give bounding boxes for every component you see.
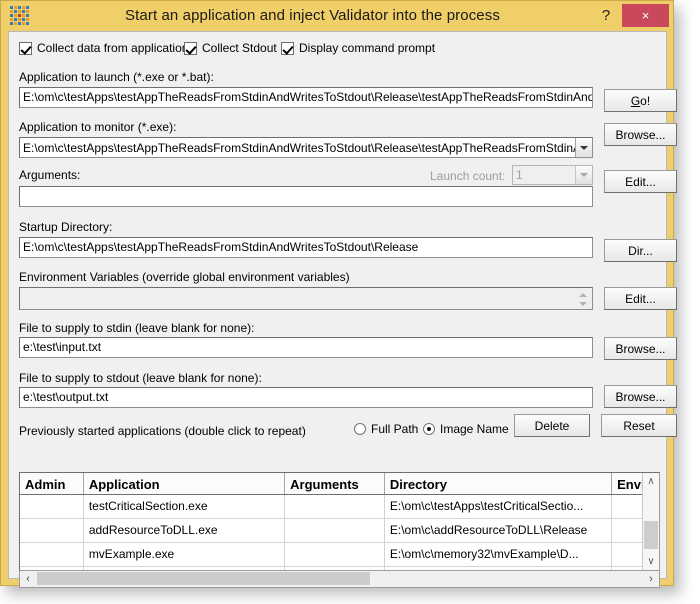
application-window: Start an application and inject Validato…: [0, 0, 677, 588]
radio-icon: [423, 423, 435, 435]
checkmark-icon: [19, 41, 32, 55]
label-previously-started-applications: Previously started applications (double …: [19, 424, 306, 438]
cell-application: testCriticalSection.exe: [84, 495, 286, 518]
application-to-launch-input[interactable]: E:\om\c\testApps\testAppTheReadsFromStdi…: [19, 87, 593, 108]
radio-image-name[interactable]: Image Name: [423, 422, 509, 436]
browse-launch-button[interactable]: Browse...: [604, 123, 677, 146]
checkbox-collect-data[interactable]: Collect data from application: [19, 41, 188, 55]
list-horizontal-scrollbar[interactable]: ‹ ›: [19, 571, 660, 588]
scroll-up-icon[interactable]: ∧: [643, 473, 659, 490]
cell-arguments: [285, 495, 385, 518]
table-row[interactable]: testCriticalSection.exe E:\om\c\testApps…: [20, 495, 659, 519]
cell-admin: [20, 543, 84, 566]
scroll-thumb-horizontal[interactable]: [37, 572, 370, 585]
column-header-application[interactable]: Application: [84, 473, 286, 494]
cell-directory: E:\om\c\memory32\mvExample\D...: [385, 543, 613, 566]
list-body: testCriticalSection.exe E:\om\c\testApps…: [20, 495, 659, 570]
launch-count-value: 1: [516, 168, 523, 182]
environment-variables-input[interactable]: [19, 287, 593, 310]
dir-button[interactable]: Dir...: [604, 239, 677, 262]
close-button[interactable]: ×: [622, 4, 669, 27]
radio-image-name-label: Image Name: [440, 422, 509, 436]
go-accel-letter: G: [630, 93, 641, 108]
scroll-down-icon[interactable]: ∨: [643, 553, 659, 570]
chevron-down-icon: [575, 166, 592, 184]
list-vertical-scrollbar[interactable]: ∧ ∨: [642, 473, 659, 570]
history-list[interactable]: Admin Application Arguments Directory En…: [19, 472, 660, 571]
checkbox-display-command-prompt-label: Display command prompt: [299, 41, 436, 55]
cell-arguments: [285, 543, 385, 566]
stdout-file-input[interactable]: e:\test\output.txt: [19, 387, 593, 408]
label-environment-variables: Environment Variables (override global e…: [19, 270, 350, 284]
table-row[interactable]: addResourceToDLL.exe E:\om\c\addResource…: [20, 519, 659, 543]
checkbox-display-command-prompt[interactable]: Display command prompt: [281, 41, 435, 55]
checkmark-icon: [281, 41, 294, 55]
dialog-client-area: Collect data from application Collect St…: [8, 31, 677, 588]
spinner-icon: [576, 290, 590, 308]
label-stdout-file: File to supply to stdout (leave blank fo…: [19, 371, 262, 385]
list-header-row: Admin Application Arguments Directory En…: [20, 473, 659, 495]
cell-application: addResourceToDLL.exe: [84, 519, 286, 542]
go-button[interactable]: Go!: [604, 89, 677, 112]
radio-icon: [354, 423, 366, 435]
label-startup-directory: Startup Directory:: [19, 220, 113, 234]
cell-arguments: [285, 519, 385, 542]
checkbox-collect-stdout-label: Collect Stdout: [202, 41, 277, 55]
browse-stdout-button[interactable]: Browse...: [604, 385, 677, 408]
label-application-to-monitor: Application to monitor (*.exe):: [19, 120, 177, 134]
column-header-arguments[interactable]: Arguments: [285, 473, 385, 494]
table-row[interactable]: mvExample.exe E:\om\c\memory32\mvExample…: [20, 543, 659, 567]
edit-monitor-button[interactable]: Edit...: [604, 170, 677, 193]
go-button-label: o!: [640, 93, 651, 108]
application-to-monitor-value: E:\om\c\testApps\testAppTheReadsFromStdi…: [23, 140, 575, 155]
cell-directory: E:\om\c\testApps\testCriticalSectio...: [385, 495, 613, 518]
startup-directory-input[interactable]: E:\om\c\testApps\testAppTheReadsFromStdi…: [19, 237, 593, 258]
browse-stdin-button[interactable]: Browse...: [604, 337, 677, 360]
chevron-down-icon[interactable]: [575, 138, 592, 157]
application-to-monitor-combo[interactable]: E:\om\c\testApps\testAppTheReadsFromStdi…: [19, 137, 593, 158]
colored-grid-icon: [9, 6, 29, 25]
stdin-file-input[interactable]: e:\test\input.txt: [19, 337, 593, 358]
cell-admin: [20, 519, 84, 542]
scroll-right-icon[interactable]: ›: [643, 571, 659, 586]
label-application-to-launch: Application to launch (*.exe or *.bat):: [19, 70, 214, 84]
checkbox-collect-stdout[interactable]: Collect Stdout: [184, 41, 277, 55]
label-launch-count: Launch count:: [430, 169, 506, 183]
edit-environment-button[interactable]: Edit...: [604, 287, 677, 310]
window-title: Start an application and inject Validato…: [125, 7, 500, 24]
radio-full-path[interactable]: Full Path: [354, 422, 418, 436]
delete-button[interactable]: Delete: [514, 414, 590, 437]
radio-full-path-label: Full Path: [371, 422, 419, 436]
launch-count-combo: 1: [512, 165, 593, 185]
column-header-admin[interactable]: Admin: [20, 473, 84, 494]
scroll-left-icon[interactable]: ‹: [20, 571, 36, 586]
title-bar: Start an application and inject Validato…: [1, 1, 673, 30]
checkbox-collect-data-label: Collect data from application: [37, 41, 189, 55]
column-header-directory[interactable]: Directory: [385, 473, 613, 494]
cell-admin: [20, 495, 84, 518]
label-arguments: Arguments:: [19, 168, 81, 182]
help-button[interactable]: ?: [595, 1, 617, 30]
cell-directory: E:\om\c\addResourceToDLL\Release: [385, 519, 613, 542]
arguments-input[interactable]: [19, 186, 593, 207]
scroll-thumb-vertical[interactable]: [644, 521, 658, 549]
reset-button[interactable]: Reset: [601, 414, 677, 437]
checkmark-icon: [184, 41, 197, 55]
cell-application: mvExample.exe: [84, 543, 286, 566]
label-stdin-file: File to supply to stdin (leave blank for…: [19, 321, 255, 335]
